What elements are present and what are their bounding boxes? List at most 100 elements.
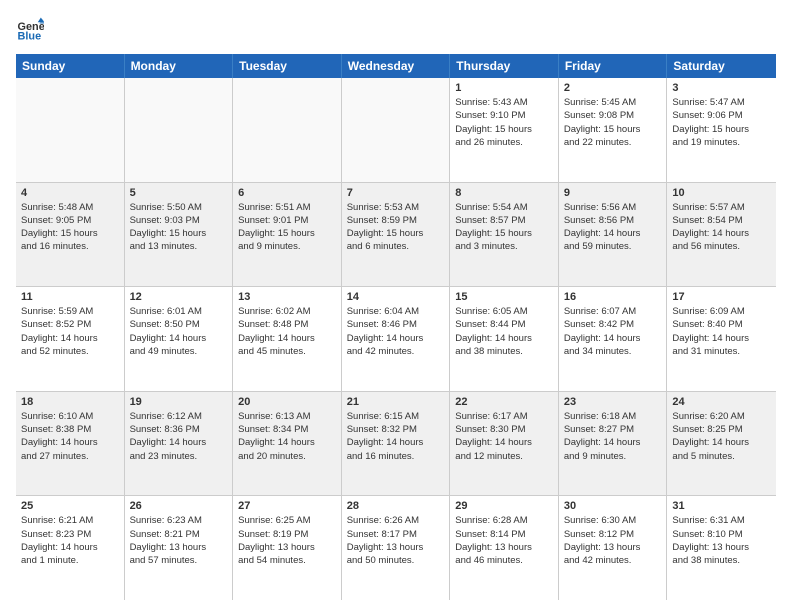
day-info: Sunrise: 6:20 AM Sunset: 8:25 PM Dayligh… — [672, 410, 771, 463]
day-number: 18 — [21, 396, 119, 408]
cal-header-cell-wednesday: Wednesday — [342, 54, 451, 78]
calendar-header: SundayMondayTuesdayWednesdayThursdayFrid… — [16, 54, 776, 78]
day-number: 2 — [564, 82, 662, 94]
cal-day-20: 20Sunrise: 6:13 AM Sunset: 8:34 PM Dayli… — [233, 392, 342, 496]
day-number: 13 — [238, 291, 336, 303]
cal-day-empty — [233, 78, 342, 182]
cal-day-22: 22Sunrise: 6:17 AM Sunset: 8:30 PM Dayli… — [450, 392, 559, 496]
day-number: 9 — [564, 187, 662, 199]
day-number: 3 — [672, 82, 771, 94]
day-number: 4 — [21, 187, 119, 199]
cal-day-3: 3 Sunrise: 5:47 AM Sunset: 9:06 PM Daylig… — [667, 78, 776, 182]
cal-day-25: 25 Sunrise: 6:21 AM Sunset: 8:23 PM Dayli… — [16, 496, 125, 600]
day-info: Sunrise: 6:13 AM Sunset: 8:34 PM Dayligh… — [238, 410, 336, 463]
cal-header-cell-sunday: Sunday — [16, 54, 125, 78]
cal-day-27: 27 Sunrise: 6:25 AM Sunset: 8:19 PM Dayli… — [233, 496, 342, 600]
cal-day-empty — [125, 78, 234, 182]
cal-day-7: 7Sunrise: 5:53 AM Sunset: 8:59 PM Daylig… — [342, 183, 451, 287]
day-info: Sunrise: 6:17 AM Sunset: 8:30 PM Dayligh… — [455, 410, 553, 463]
cal-day-14: 14 Sunrise: 6:04 AM Sunset: 8:46 PM Dayli… — [342, 287, 451, 391]
cal-day-12: 12 Sunrise: 6:01 AM Sunset: 8:50 PM Dayli… — [125, 287, 234, 391]
day-info: Sunrise: 6:30 AM Sunset: 8:12 PM Dayligh… — [564, 514, 662, 567]
cal-header-cell-thursday: Thursday — [450, 54, 559, 78]
day-number: 15 — [455, 291, 553, 303]
day-number: 16 — [564, 291, 662, 303]
day-info: Sunrise: 5:50 AM Sunset: 9:03 PM Dayligh… — [130, 201, 228, 254]
cal-week-0: 1 Sunrise: 5:43 AM Sunset: 9:10 PM Daylig… — [16, 78, 776, 183]
logo: General Blue — [16, 16, 48, 44]
cal-day-17: 17 Sunrise: 6:09 AM Sunset: 8:40 PM Dayli… — [667, 287, 776, 391]
day-number: 19 — [130, 396, 228, 408]
cal-day-13: 13 Sunrise: 6:02 AM Sunset: 8:48 PM Dayli… — [233, 287, 342, 391]
day-info: Sunrise: 5:47 AM Sunset: 9:06 PM Dayligh… — [672, 96, 771, 149]
day-number: 24 — [672, 396, 771, 408]
day-number: 23 — [564, 396, 662, 408]
cal-week-2: 11 Sunrise: 5:59 AM Sunset: 8:52 PM Dayli… — [16, 287, 776, 392]
day-number: 1 — [455, 82, 553, 94]
cal-day-30: 30 Sunrise: 6:30 AM Sunset: 8:12 PM Dayli… — [559, 496, 668, 600]
cal-header-cell-friday: Friday — [559, 54, 668, 78]
cal-day-11: 11 Sunrise: 5:59 AM Sunset: 8:52 PM Dayli… — [16, 287, 125, 391]
cal-day-26: 26Sunrise: 6:23 AM Sunset: 8:21 PM Dayli… — [125, 496, 234, 600]
day-info: Sunrise: 5:54 AM Sunset: 8:57 PM Dayligh… — [455, 201, 553, 254]
day-info: Sunrise: 6:07 AM Sunset: 8:42 PM Dayligh… — [564, 305, 662, 358]
day-number: 12 — [130, 291, 228, 303]
day-number: 29 — [455, 500, 553, 512]
day-info: Sunrise: 6:10 AM Sunset: 8:38 PM Dayligh… — [21, 410, 119, 463]
day-info: Sunrise: 6:28 AM Sunset: 8:14 PM Dayligh… — [455, 514, 553, 567]
cal-day-empty — [16, 78, 125, 182]
cal-week-1: 4Sunrise: 5:48 AM Sunset: 9:05 PM Daylig… — [16, 183, 776, 288]
day-info: Sunrise: 5:56 AM Sunset: 8:56 PM Dayligh… — [564, 201, 662, 254]
cal-day-4: 4Sunrise: 5:48 AM Sunset: 9:05 PM Daylig… — [16, 183, 125, 287]
day-info: Sunrise: 6:02 AM Sunset: 8:48 PM Dayligh… — [238, 305, 336, 358]
cal-day-18: 18 Sunrise: 6:10 AM Sunset: 8:38 PM Dayli… — [16, 392, 125, 496]
cal-day-23: 23 Sunrise: 6:18 AM Sunset: 8:27 PM Dayli… — [559, 392, 668, 496]
cal-day-6: 6 Sunrise: 5:51 AM Sunset: 9:01 PM Daylig… — [233, 183, 342, 287]
day-info: Sunrise: 5:45 AM Sunset: 9:08 PM Dayligh… — [564, 96, 662, 149]
cal-day-8: 8Sunrise: 5:54 AM Sunset: 8:57 PM Daylig… — [450, 183, 559, 287]
cal-day-2: 2 Sunrise: 5:45 AM Sunset: 9:08 PM Daylig… — [559, 78, 668, 182]
day-number: 10 — [672, 187, 771, 199]
cal-day-10: 10 Sunrise: 5:57 AM Sunset: 8:54 PM Dayli… — [667, 183, 776, 287]
day-number: 11 — [21, 291, 119, 303]
day-info: Sunrise: 6:05 AM Sunset: 8:44 PM Dayligh… — [455, 305, 553, 358]
cal-day-31: 31 Sunrise: 6:31 AM Sunset: 8:10 PM Dayli… — [667, 496, 776, 600]
day-info: Sunrise: 6:04 AM Sunset: 8:46 PM Dayligh… — [347, 305, 445, 358]
day-info: Sunrise: 5:57 AM Sunset: 8:54 PM Dayligh… — [672, 201, 771, 254]
day-number: 26 — [130, 500, 228, 512]
calendar: SundayMondayTuesdayWednesdayThursdayFrid… — [16, 54, 776, 600]
day-number: 5 — [130, 187, 228, 199]
cal-day-16: 16 Sunrise: 6:07 AM Sunset: 8:42 PM Dayli… — [559, 287, 668, 391]
cal-day-15: 15 Sunrise: 6:05 AM Sunset: 8:44 PM Dayli… — [450, 287, 559, 391]
day-info: Sunrise: 5:51 AM Sunset: 9:01 PM Dayligh… — [238, 201, 336, 254]
day-number: 31 — [672, 500, 771, 512]
day-info: Sunrise: 6:25 AM Sunset: 8:19 PM Dayligh… — [238, 514, 336, 567]
day-info: Sunrise: 6:18 AM Sunset: 8:27 PM Dayligh… — [564, 410, 662, 463]
cal-header-cell-tuesday: Tuesday — [233, 54, 342, 78]
day-info: Sunrise: 6:12 AM Sunset: 8:36 PM Dayligh… — [130, 410, 228, 463]
calendar-body: 1 Sunrise: 5:43 AM Sunset: 9:10 PM Daylig… — [16, 78, 776, 600]
cal-day-empty — [342, 78, 451, 182]
day-info: Sunrise: 5:59 AM Sunset: 8:52 PM Dayligh… — [21, 305, 119, 358]
header: General Blue — [16, 16, 776, 44]
day-number: 14 — [347, 291, 445, 303]
cal-day-29: 29 Sunrise: 6:28 AM Sunset: 8:14 PM Dayli… — [450, 496, 559, 600]
day-number: 6 — [238, 187, 336, 199]
cal-day-9: 9 Sunrise: 5:56 AM Sunset: 8:56 PM Daylig… — [559, 183, 668, 287]
day-number: 25 — [21, 500, 119, 512]
day-info: Sunrise: 6:21 AM Sunset: 8:23 PM Dayligh… — [21, 514, 119, 567]
cal-header-cell-monday: Monday — [125, 54, 234, 78]
day-number: 27 — [238, 500, 336, 512]
day-info: Sunrise: 5:53 AM Sunset: 8:59 PM Dayligh… — [347, 201, 445, 254]
day-info: Sunrise: 5:43 AM Sunset: 9:10 PM Dayligh… — [455, 96, 553, 149]
page: General Blue SundayMondayTuesdayWednesda… — [0, 0, 792, 612]
day-info: Sunrise: 6:01 AM Sunset: 8:50 PM Dayligh… — [130, 305, 228, 358]
day-number: 17 — [672, 291, 771, 303]
day-info: Sunrise: 6:31 AM Sunset: 8:10 PM Dayligh… — [672, 514, 771, 567]
day-number: 30 — [564, 500, 662, 512]
day-info: Sunrise: 6:09 AM Sunset: 8:40 PM Dayligh… — [672, 305, 771, 358]
svg-text:Blue: Blue — [18, 30, 42, 42]
cal-day-28: 28Sunrise: 6:26 AM Sunset: 8:17 PM Dayli… — [342, 496, 451, 600]
cal-header-cell-saturday: Saturday — [667, 54, 776, 78]
day-number: 28 — [347, 500, 445, 512]
